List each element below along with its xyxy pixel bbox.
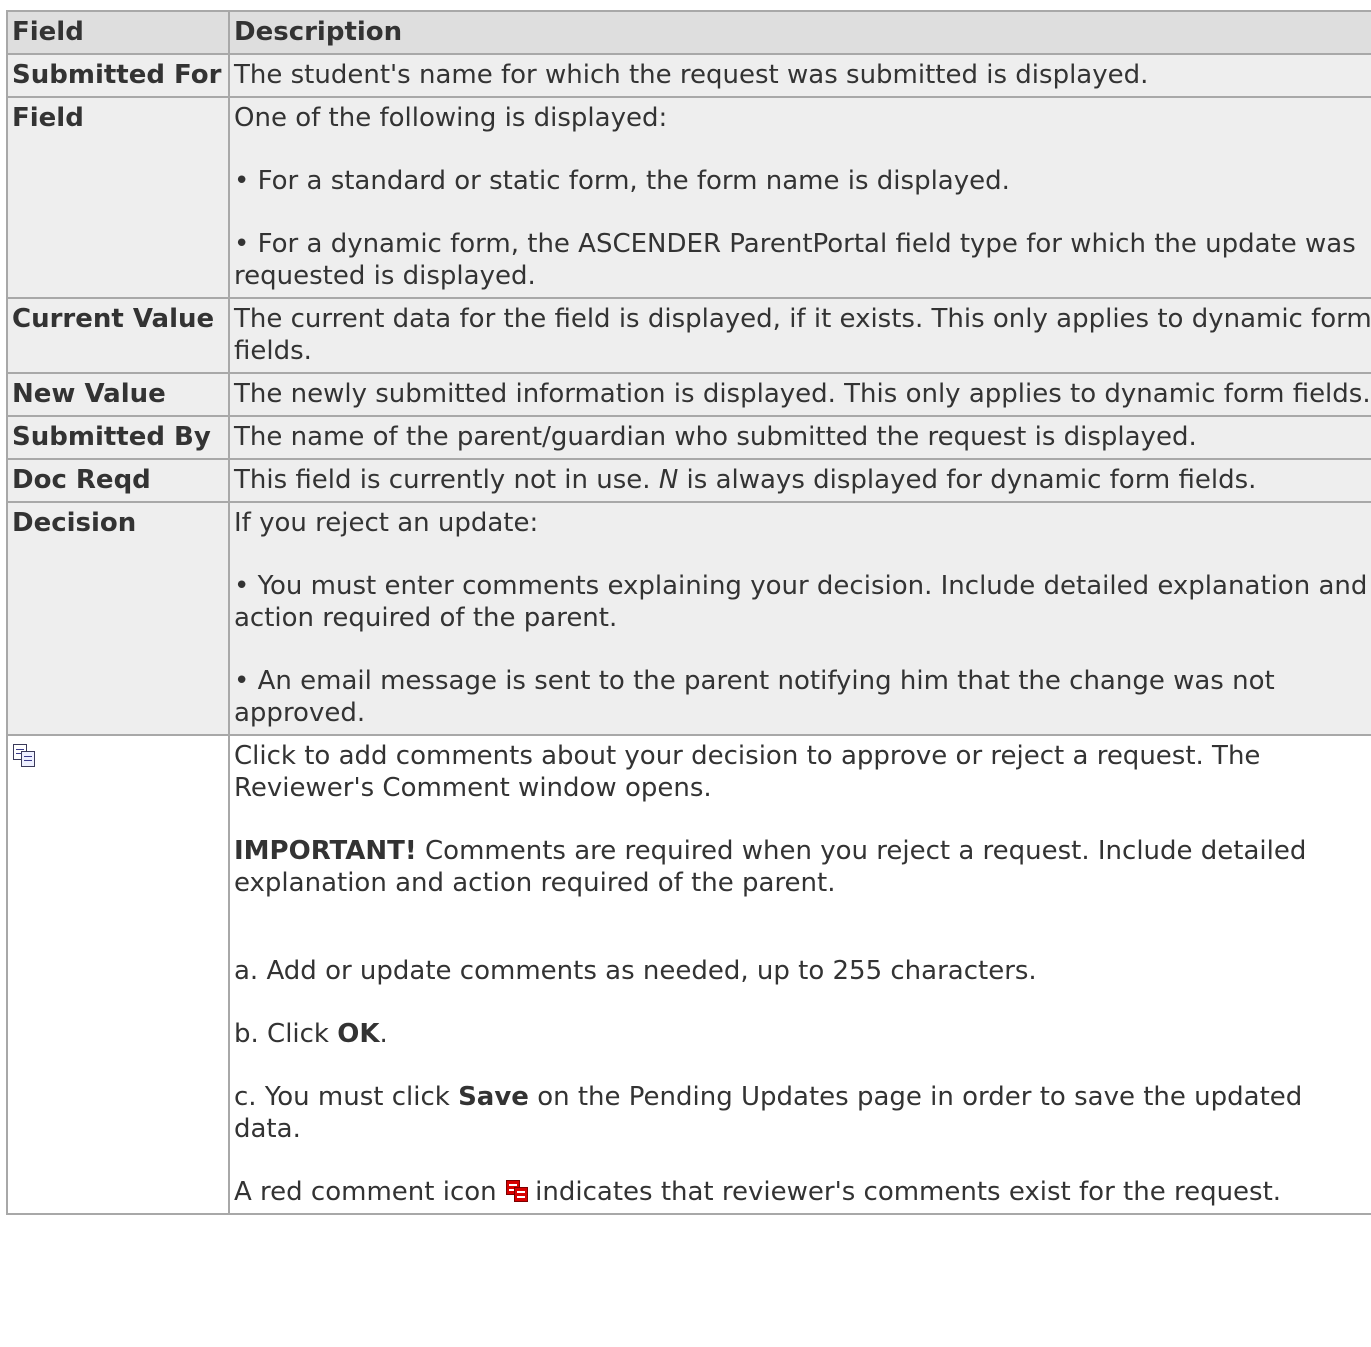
- field-name: Submitted By: [6, 415, 230, 460]
- text: .: [379, 1019, 388, 1049]
- field-name: Field: [6, 96, 230, 299]
- field-description: The current data for the field is displa…: [228, 297, 1371, 374]
- paragraph: If you reject an update:: [234, 508, 539, 538]
- important-note: IMPORTANT! Comments are required when yo…: [234, 835, 1371, 899]
- table-row: Current Value The current data for the f…: [6, 297, 1371, 374]
- field-description: The newly submitted information is displ…: [228, 372, 1371, 417]
- table-row: Submitted By The name of the parent/guar…: [6, 415, 1371, 460]
- step-a: a. Add or update comments as needed, up …: [234, 956, 1037, 986]
- table-row: Submitted For The student's name for whi…: [6, 53, 1371, 98]
- ok-label: OK: [337, 1019, 380, 1049]
- header-field: Field: [6, 10, 230, 55]
- field-description: The student's name for which the request…: [228, 53, 1371, 98]
- bullet-item: • An email message is sent to the parent…: [234, 666, 1275, 728]
- field-description: This field is currently not in use. N is…: [228, 458, 1371, 503]
- bullet-item: • For a dynamic form, the ASCENDER Paren…: [234, 229, 1356, 291]
- table-row: Decision If you reject an update: • You …: [6, 501, 1371, 736]
- text: indicates that reviewer's comments exist…: [526, 1177, 1282, 1207]
- header-description: Description: [228, 10, 1371, 55]
- field-name: Current Value: [6, 297, 230, 374]
- italic-value: N: [658, 465, 679, 495]
- field-name: Submitted For: [6, 53, 230, 98]
- red-comment-icon: [505, 1179, 528, 1203]
- table-row: Doc Reqd This field is currently not in …: [6, 458, 1371, 503]
- red-icon-note: A red comment icon indicates that review…: [234, 1176, 1371, 1208]
- step-b: b. Click OK.: [234, 1018, 1371, 1050]
- table-row: Field One of the following is displayed:…: [6, 96, 1371, 299]
- important-label: IMPORTANT!: [234, 836, 417, 866]
- bullet-item: • You must enter comments explaining you…: [234, 571, 1368, 633]
- field-description: One of the following is displayed: • For…: [228, 96, 1371, 299]
- field-name: [6, 734, 230, 1215]
- header-row: Field Description: [6, 10, 1371, 55]
- text: c. You must click: [234, 1082, 459, 1112]
- field-description: Click to add comments about your decisio…: [228, 734, 1371, 1215]
- paragraph: One of the following is displayed:: [234, 103, 668, 133]
- field-description: The name of the parent/guardian who subm…: [228, 415, 1371, 460]
- text: b. Click: [234, 1019, 338, 1049]
- text: A red comment icon: [234, 1177, 505, 1207]
- bullet-item: • For a standard or static form, the for…: [234, 166, 1010, 196]
- table-row: New Value The newly submitted informatio…: [6, 372, 1371, 417]
- field-name: Doc Reqd: [6, 458, 230, 503]
- field-description: If you reject an update: • You must ente…: [228, 501, 1371, 736]
- text: is always displayed for dynamic form fie…: [678, 465, 1257, 495]
- step-c: c. You must click Save on the Pending Up…: [234, 1081, 1371, 1145]
- comment-copy-icon[interactable]: [12, 743, 35, 767]
- table-row: Click to add comments about your decisio…: [6, 734, 1371, 1215]
- paragraph: Click to add comments about your decisio…: [234, 741, 1261, 803]
- save-label: Save: [458, 1082, 529, 1112]
- field-name: Decision: [6, 501, 230, 736]
- text: This field is currently not in use.: [234, 465, 659, 495]
- field-name: New Value: [6, 372, 230, 417]
- field-description-table: Field Description Submitted For The stud…: [6, 10, 1371, 1215]
